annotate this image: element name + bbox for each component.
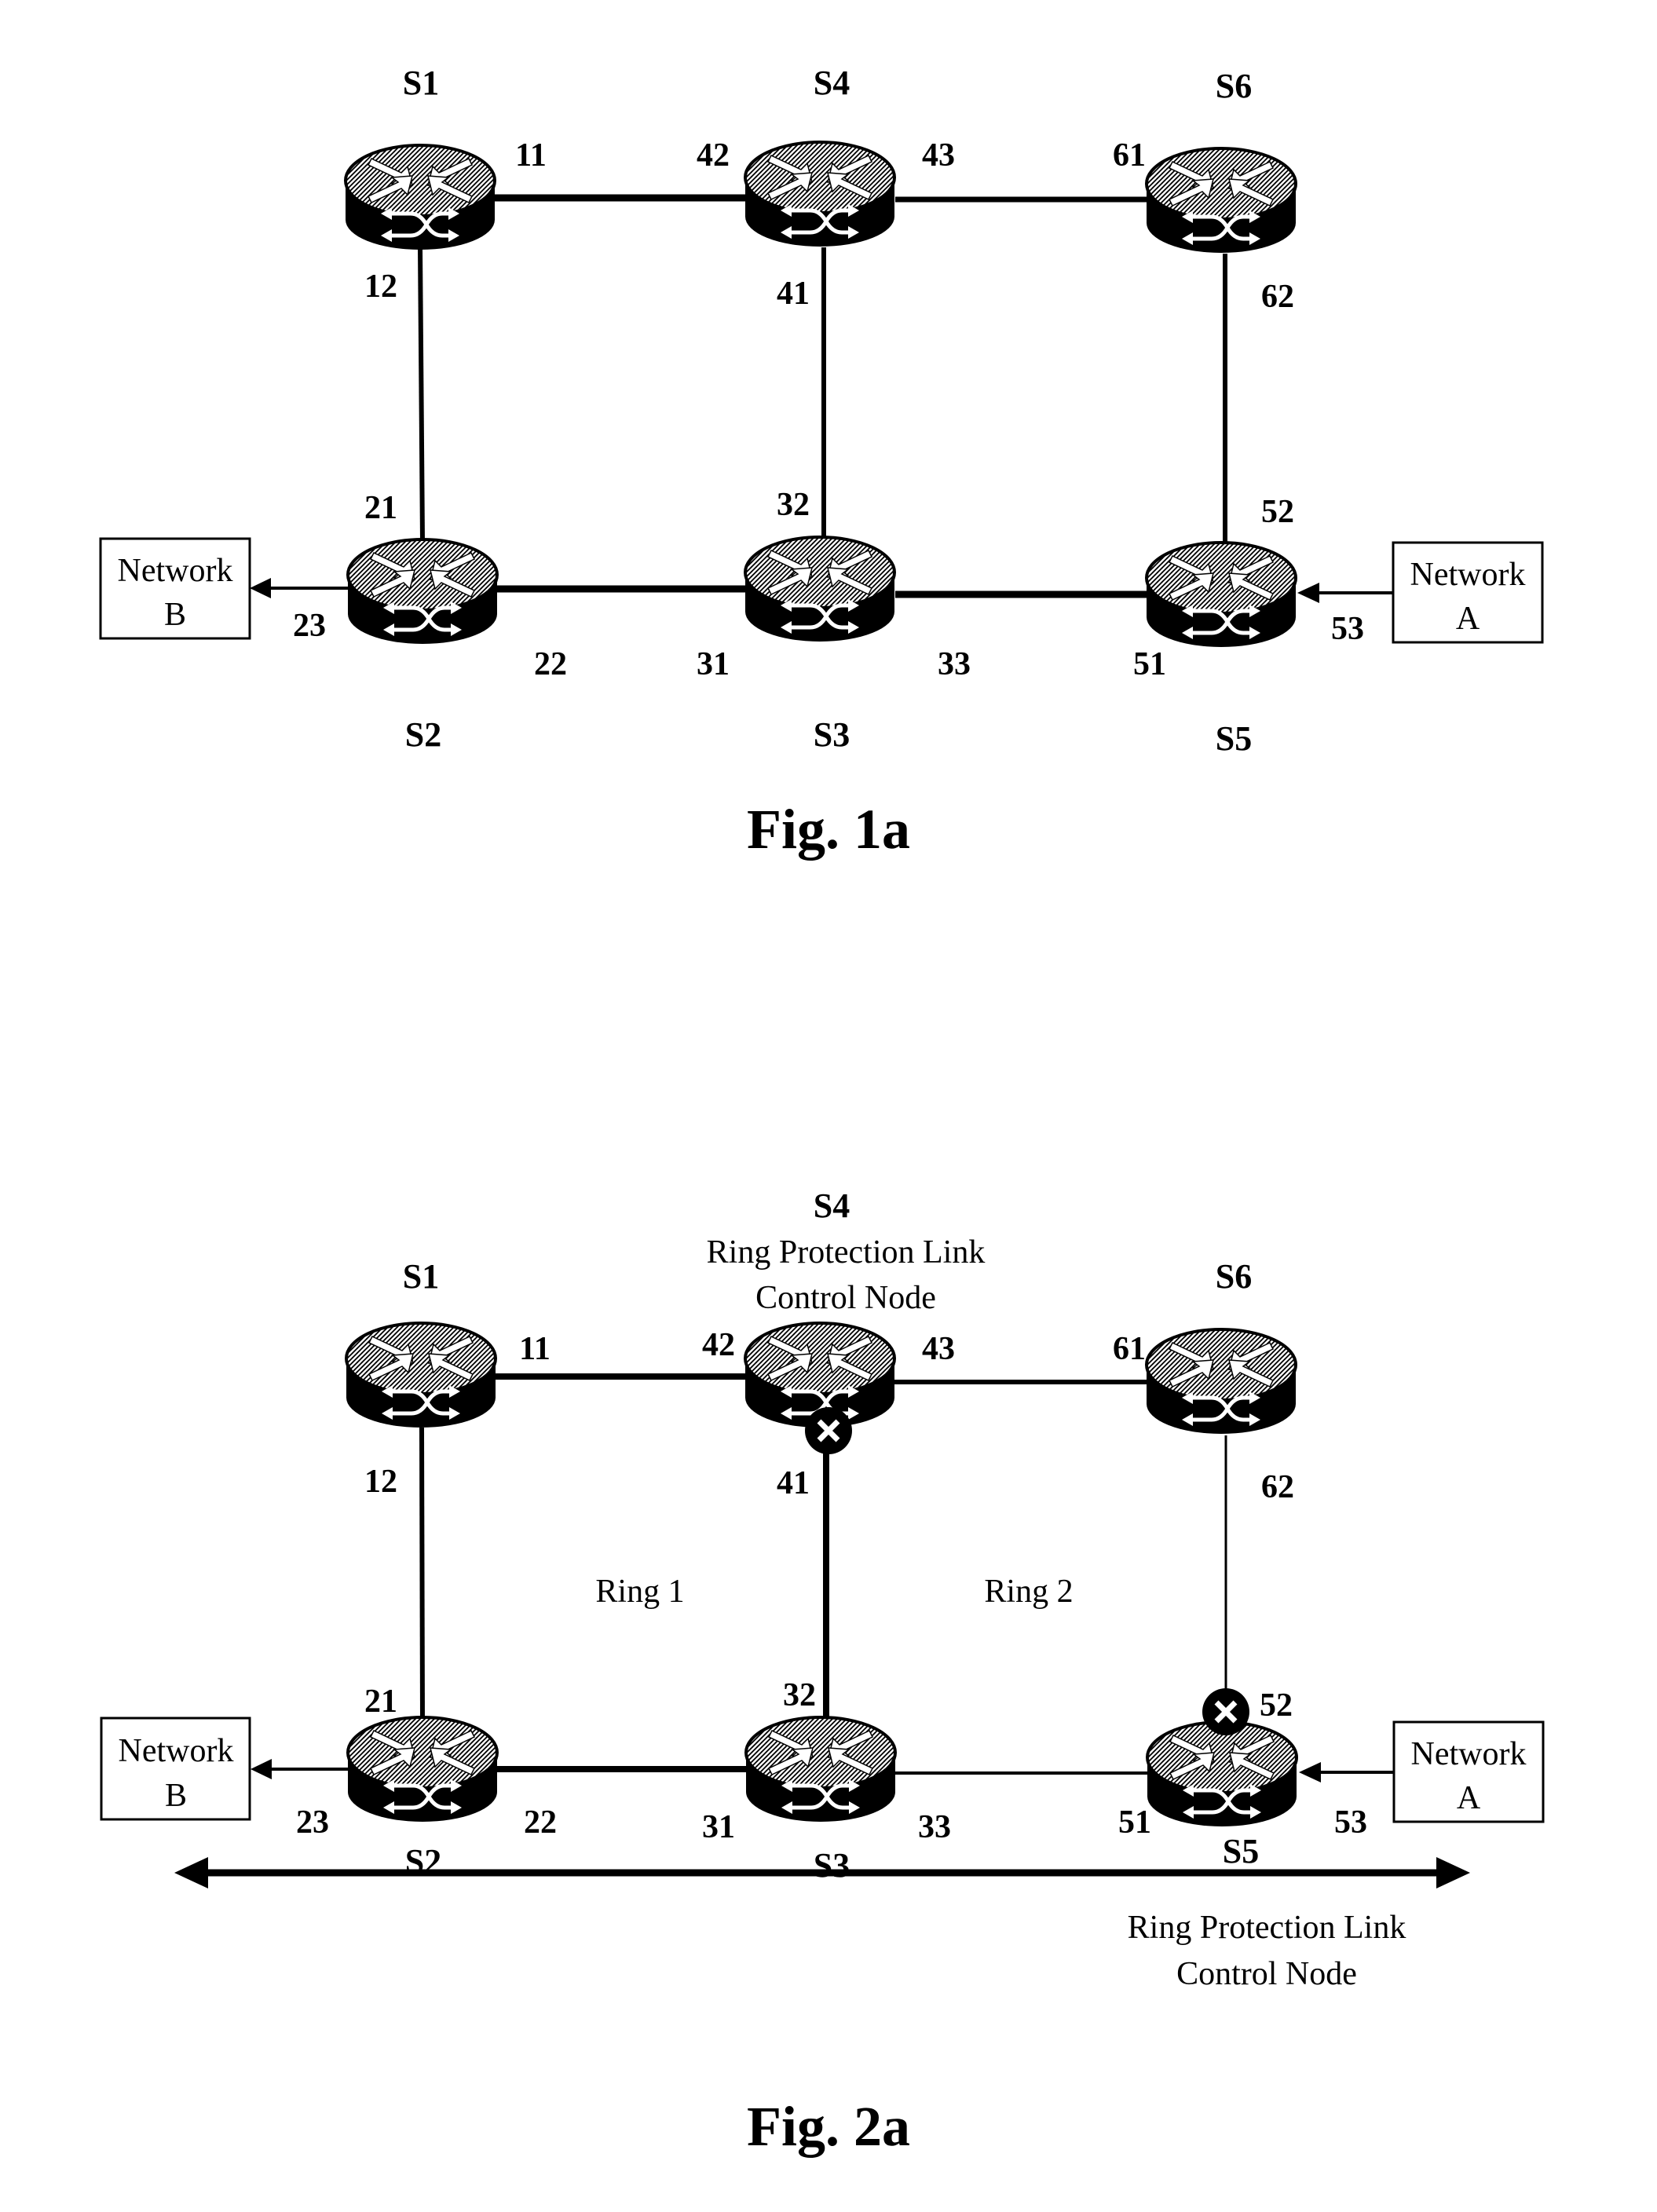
port-label-61: 61 xyxy=(1113,1331,1146,1367)
figure-2a: Network B Network A S4 Ring Protection L… xyxy=(100,1186,1545,2158)
s4-role-line2: Control Node xyxy=(755,1280,936,1316)
node-label-s3: S3 xyxy=(814,1846,850,1885)
router-s5-icon[interactable] xyxy=(1147,1722,1297,1826)
port-label-62: 62 xyxy=(1261,1469,1294,1505)
arrowhead-to-s5-icon xyxy=(1297,583,1319,603)
router-s4-icon[interactable] xyxy=(745,142,894,247)
port-label-23: 23 xyxy=(293,608,326,644)
network-b-box[interactable]: Network B xyxy=(100,1717,251,1821)
blocked-port-41-x-icon[interactable] xyxy=(805,1407,852,1454)
node-label-s1: S1 xyxy=(403,1257,439,1296)
network-a-label-line2: A xyxy=(1457,1780,1481,1816)
network-a-box[interactable]: Network A xyxy=(1392,1720,1545,1823)
port-label-52: 52 xyxy=(1260,1687,1293,1724)
port-label-11: 11 xyxy=(515,137,547,174)
node-label-s2: S2 xyxy=(405,715,441,754)
node-label-s2: S2 xyxy=(405,1842,441,1881)
network-a-label-line2: A xyxy=(1456,601,1480,637)
router-s5-icon[interactable] xyxy=(1147,543,1296,647)
node-label-s3: S3 xyxy=(814,715,850,754)
port-label-42: 42 xyxy=(697,137,730,174)
port-label-12: 12 xyxy=(364,1464,397,1500)
network-a-label-line1: Network xyxy=(1411,1736,1527,1772)
router-s1-icon[interactable] xyxy=(346,145,495,250)
node-label-s4: S4 xyxy=(814,64,850,102)
port-label-41: 41 xyxy=(777,276,810,312)
port-label-31: 31 xyxy=(697,646,730,682)
network-b-label-line1: Network xyxy=(119,1733,234,1769)
router-s6-icon[interactable] xyxy=(1147,148,1296,253)
port-label-33: 33 xyxy=(918,1809,951,1845)
port-label-23: 23 xyxy=(296,1804,329,1841)
network-a-label-line1: Network xyxy=(1410,557,1526,593)
ring-1-label: Ring 1 xyxy=(595,1574,684,1610)
port-label-43: 43 xyxy=(922,137,955,174)
port-label-41: 41 xyxy=(777,1465,810,1501)
arrowhead-to-s5-icon xyxy=(1299,1762,1321,1782)
network-a-box[interactable]: Network A xyxy=(1392,541,1544,644)
figure-1a: Network B Network A S1 S4 S6 S2 S3 S5 11… xyxy=(99,64,1544,861)
figure-caption-2a: Fig. 2a xyxy=(747,2095,910,2158)
router-s6-icon[interactable] xyxy=(1147,1329,1296,1434)
double-arrow-right-head-icon xyxy=(1436,1857,1470,1888)
link-s1-s2 xyxy=(418,247,425,543)
arrowhead-to-network-b-icon xyxy=(250,578,271,598)
port-label-33: 33 xyxy=(938,646,971,682)
port-label-22: 22 xyxy=(524,1804,557,1841)
port-label-31: 31 xyxy=(702,1809,735,1845)
port-label-21: 21 xyxy=(364,1684,397,1720)
network-b-box[interactable]: Network B xyxy=(99,537,251,640)
network-b-label-line2: B xyxy=(164,597,186,633)
node-label-s5: S5 xyxy=(1216,719,1252,758)
node-label-s1: S1 xyxy=(403,64,439,102)
port-label-53: 53 xyxy=(1334,1804,1367,1841)
s4-role-line1: Ring Protection Link xyxy=(707,1234,986,1271)
node-label-s5: S5 xyxy=(1223,1832,1259,1870)
port-label-61: 61 xyxy=(1113,137,1146,174)
port-label-12: 12 xyxy=(364,269,397,305)
network-b-label-line2: B xyxy=(165,1778,187,1814)
port-label-21: 21 xyxy=(364,490,397,526)
port-label-62: 62 xyxy=(1261,279,1294,315)
port-label-51: 51 xyxy=(1133,646,1166,682)
patent-figure-sheet: Network B Network A S1 S4 S6 S2 S3 S5 11… xyxy=(99,64,1545,2158)
port-label-11: 11 xyxy=(519,1331,551,1367)
port-label-53: 53 xyxy=(1331,611,1364,647)
router-s1-icon[interactable] xyxy=(346,1323,496,1428)
port-label-32: 32 xyxy=(777,487,810,523)
node-label-s6: S6 xyxy=(1216,67,1252,105)
node-label-s4: S4 xyxy=(814,1186,850,1225)
ring-2-label: Ring 2 xyxy=(984,1574,1073,1610)
port-label-32: 32 xyxy=(783,1677,816,1713)
port-label-42: 42 xyxy=(702,1327,735,1363)
router-s2-icon[interactable] xyxy=(348,1717,497,1822)
router-s3-icon[interactable] xyxy=(746,1717,895,1822)
router-s2-icon[interactable] xyxy=(348,539,497,644)
node-label-s6: S6 xyxy=(1216,1257,1252,1296)
port-label-43: 43 xyxy=(922,1331,955,1367)
port-label-22: 22 xyxy=(534,646,567,682)
s5-role-line2: Control Node xyxy=(1176,1956,1357,1992)
router-s3-icon[interactable] xyxy=(745,537,894,642)
blocked-port-52-x-icon[interactable] xyxy=(1202,1688,1249,1735)
arrowhead-to-network-b-icon xyxy=(251,1759,272,1779)
s5-role-line1: Ring Protection Link xyxy=(1128,1910,1406,1946)
port-label-52: 52 xyxy=(1261,494,1294,530)
network-b-label-line1: Network xyxy=(118,553,233,589)
figure-caption-1a: Fig. 1a xyxy=(747,798,910,861)
double-arrow-left-head-icon xyxy=(174,1857,208,1888)
port-label-51: 51 xyxy=(1118,1804,1151,1841)
